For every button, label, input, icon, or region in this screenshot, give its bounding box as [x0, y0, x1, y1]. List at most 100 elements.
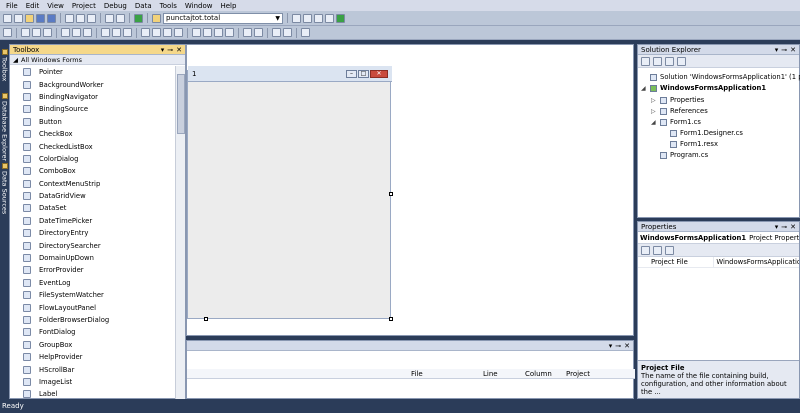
tree-item-form1-resx[interactable]: Form1.resx	[661, 140, 718, 148]
tree-item-form1-designer[interactable]: Form1.Designer.cs	[661, 129, 743, 137]
cut-icon[interactable]	[65, 13, 74, 23]
copy-icon[interactable]	[76, 13, 85, 23]
h-spacing-increase-icon[interactable]	[152, 28, 161, 37]
menu-project[interactable]: Project	[68, 2, 100, 10]
toolbox-item-bindingsource[interactable]: BindingSource	[10, 103, 176, 115]
v-spacing-equal-icon[interactable]	[192, 28, 201, 37]
properties-icon[interactable]	[641, 56, 650, 66]
resize-handle-corner[interactable]	[389, 317, 393, 321]
tree-item-program-cs[interactable]: Program.cs	[651, 151, 708, 159]
center-horizontally-icon[interactable]	[243, 28, 252, 37]
toolbox-item-dataset[interactable]: DataSet	[10, 202, 176, 214]
resize-handle-bottom[interactable]	[204, 317, 208, 321]
toolbox-item-button[interactable]: Button	[10, 116, 176, 128]
find-combo[interactable]: punctajtot.total ▼	[163, 12, 283, 24]
same-height-icon[interactable]	[112, 28, 121, 37]
toolbox-item-fontdialog[interactable]: FontDialog	[10, 326, 176, 338]
show-all-files-icon[interactable]	[653, 56, 662, 66]
center-vertically-icon[interactable]	[254, 28, 263, 37]
toolbox-item-colordialog[interactable]: ColorDialog	[10, 153, 176, 165]
menu-help[interactable]: Help	[216, 2, 240, 10]
find-in-files-icon[interactable]	[152, 13, 161, 23]
toolbox-item-domainupdown[interactable]: DomainUpDown	[10, 252, 176, 264]
auto-hide-icon[interactable]: ⊸	[615, 342, 621, 350]
toolbox-item-eventlog[interactable]: EventLog	[10, 277, 176, 289]
toolbox-item-datetimepicker[interactable]: DateTimePicker	[10, 215, 176, 227]
extension-icon[interactable]	[336, 13, 345, 23]
toolbox-item-filesystemwatcher[interactable]: FileSystemWatcher	[10, 289, 176, 301]
auto-hide-icon[interactable]: ⊸	[781, 46, 787, 54]
align-grid-icon[interactable]	[3, 28, 12, 37]
chevron-down-icon[interactable]: ▼	[275, 15, 282, 22]
toolbox-item-errorprovider[interactable]: ErrorProvider	[10, 264, 176, 276]
tree-item-project[interactable]: ◢ WindowsFormsApplication1	[641, 84, 766, 92]
resize-handle-right[interactable]	[389, 192, 393, 196]
bring-to-front-icon[interactable]	[272, 28, 281, 37]
menu-window[interactable]: Window	[181, 2, 217, 10]
undo-icon[interactable]	[105, 13, 114, 23]
new-project-icon[interactable]	[3, 13, 12, 23]
h-spacing-equal-icon[interactable]	[141, 28, 150, 37]
align-middles-icon[interactable]	[72, 28, 81, 37]
open-file-icon[interactable]	[25, 13, 34, 23]
toolbox-group-header[interactable]: ◢ All Windows Forms	[10, 55, 185, 65]
toolbox-item-directorysearcher[interactable]: DirectorySearcher	[10, 239, 176, 251]
redo-icon[interactable]	[116, 13, 125, 23]
toolbox-item-helpprovider[interactable]: HelpProvider	[10, 351, 176, 363]
tree-item-references[interactable]: ▷ References	[651, 107, 708, 115]
properties-object-selector[interactable]: WindowsFormsApplication1 Project Propert…	[638, 232, 799, 244]
collapse-icon[interactable]: ◢	[641, 85, 647, 92]
align-rights-icon[interactable]	[43, 28, 52, 37]
menu-data[interactable]: Data	[131, 2, 156, 10]
categorized-icon[interactable]	[641, 245, 650, 255]
paste-icon[interactable]	[87, 13, 96, 23]
align-tops-icon[interactable]	[61, 28, 70, 37]
toolbox-item-flowlayoutpanel[interactable]: FlowLayoutPanel	[10, 301, 176, 313]
property-pages-icon[interactable]	[665, 245, 674, 255]
toolbox-icon[interactable]	[325, 13, 334, 23]
close-icon[interactable]: ✕	[790, 223, 796, 231]
side-tab-data-sources[interactable]: Data Sources	[0, 162, 9, 214]
menu-tools[interactable]: Tools	[156, 2, 181, 10]
same-width-icon[interactable]	[101, 28, 110, 37]
h-spacing-decrease-icon[interactable]	[163, 28, 172, 37]
side-tab-database-explorer[interactable]: Database Explorer	[0, 92, 9, 161]
window-position-icon[interactable]: ▾	[609, 342, 613, 350]
auto-hide-icon[interactable]: ⊸	[167, 46, 173, 54]
toolbox-item-combobox[interactable]: ComboBox	[10, 165, 176, 177]
close-icon[interactable]: ✕	[790, 46, 796, 54]
window-position-icon[interactable]: ▾	[161, 46, 165, 54]
add-item-icon[interactable]	[14, 13, 23, 23]
align-bottoms-icon[interactable]	[83, 28, 92, 37]
toolbox-item-directoryentry[interactable]: DirectoryEntry	[10, 227, 176, 239]
collapse-icon[interactable]: ◢	[651, 119, 657, 126]
expand-icon[interactable]: ▷	[651, 108, 657, 115]
align-lefts-icon[interactable]	[21, 28, 30, 37]
menu-view[interactable]: View	[43, 2, 68, 10]
expand-icon[interactable]: ▷	[651, 97, 657, 104]
save-icon[interactable]	[36, 13, 45, 23]
same-size-icon[interactable]	[123, 28, 132, 37]
toolbox-item-checkedlistbox[interactable]: CheckedListBox	[10, 140, 176, 152]
send-to-back-icon[interactable]	[283, 28, 292, 37]
toolbox-item-bindingnavigator[interactable]: BindingNavigator	[10, 91, 176, 103]
menu-edit[interactable]: Edit	[22, 2, 44, 10]
property-value[interactable]: WindowsFormsApplicatio	[714, 258, 799, 266]
solution-explorer-icon[interactable]	[292, 13, 301, 23]
menu-file[interactable]: File	[2, 2, 22, 10]
toolbox-item-hscrollbar[interactable]: HScrollBar	[10, 363, 176, 375]
auto-hide-icon[interactable]: ⊸	[781, 223, 787, 231]
form-design-surface[interactable]: 1 – □ ✕	[187, 66, 392, 319]
align-centers-icon[interactable]	[32, 28, 41, 37]
tree-item-form1-cs[interactable]: ◢ Form1.cs	[651, 118, 701, 126]
close-icon[interactable]: ✕	[176, 46, 182, 54]
menu-debug[interactable]: Debug	[100, 2, 131, 10]
toolbox-item-contextmenustrip[interactable]: ContextMenuStrip	[10, 178, 176, 190]
v-spacing-increase-icon[interactable]	[203, 28, 212, 37]
tree-item-properties[interactable]: ▷ Properties	[651, 96, 704, 104]
v-spacing-remove-icon[interactable]	[225, 28, 234, 37]
scrollbar-thumb[interactable]	[177, 74, 185, 134]
column-header-line[interactable]: Line	[483, 370, 498, 378]
column-header-project[interactable]: Project	[566, 370, 590, 378]
column-header-file[interactable]: File	[411, 370, 423, 378]
